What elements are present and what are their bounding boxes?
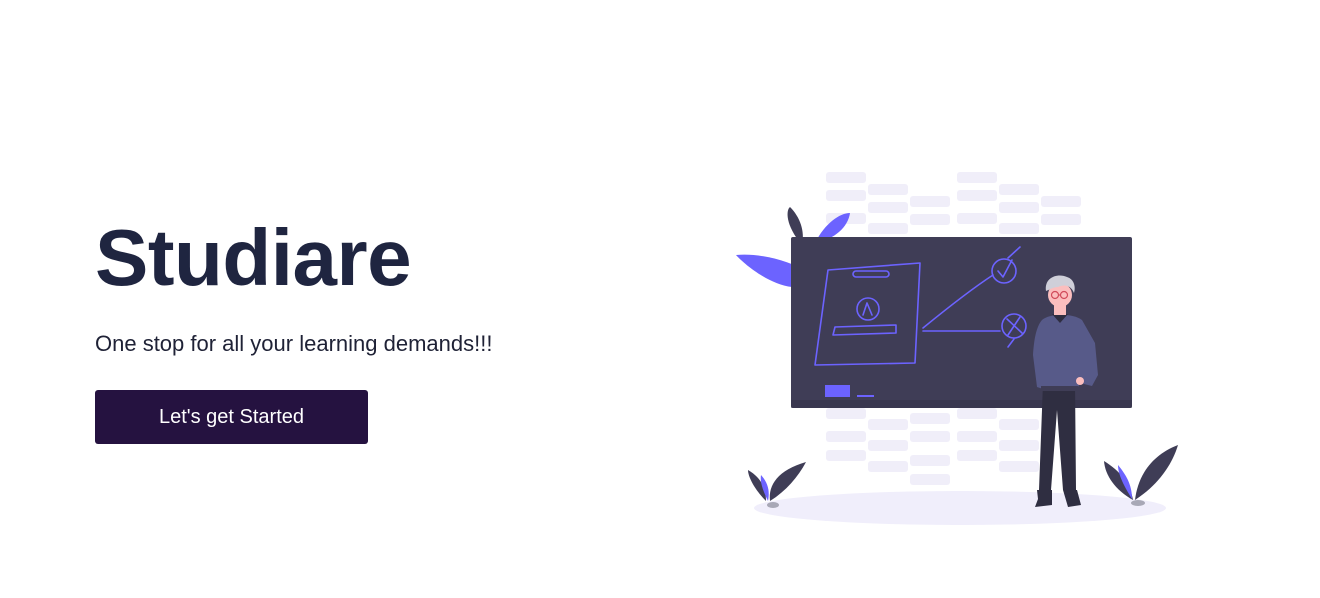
get-started-button[interactable]: Let's get Started <box>95 390 368 444</box>
hero-section: Studiare One stop for all your learning … <box>0 0 1320 598</box>
chalk-piece <box>857 395 874 397</box>
chalkboard-ledge <box>791 400 1132 408</box>
ground-shadow <box>754 491 1166 525</box>
teacher-at-chalkboard-illustration <box>736 172 1178 525</box>
brand-title: Studiare <box>95 213 412 302</box>
hero-text: Studiare One stop for all your learning … <box>95 200 615 444</box>
hero-tagline: One stop for all your learning demands!!… <box>95 331 493 356</box>
chalk-eraser <box>825 385 850 397</box>
